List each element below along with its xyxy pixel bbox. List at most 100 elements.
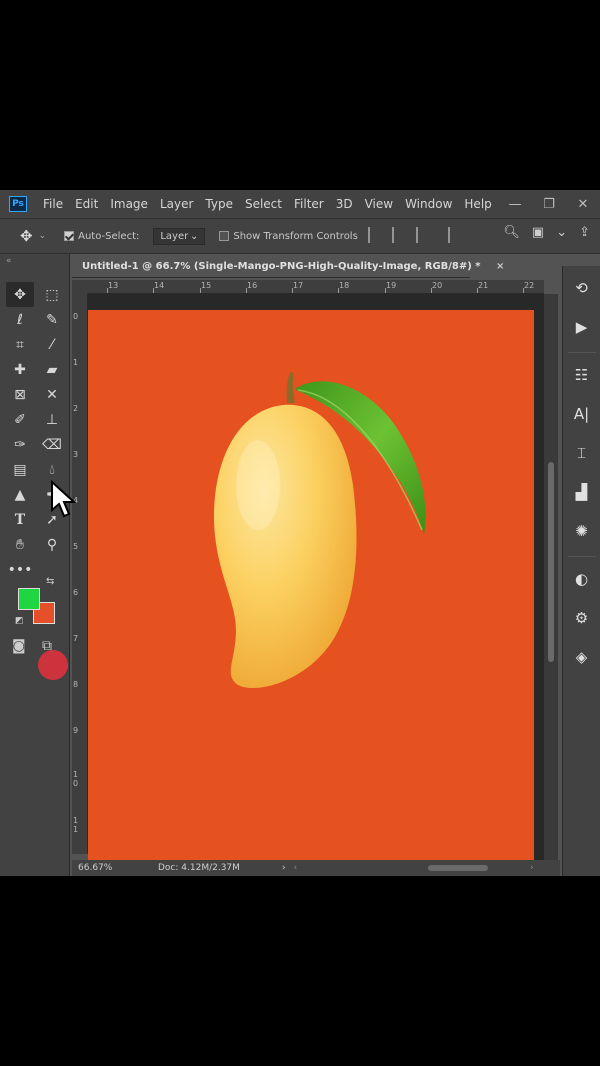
ruler-label: 7 (73, 634, 79, 643)
mango-stem (286, 372, 295, 403)
healing-icon[interactable]: ✚ (6, 357, 34, 382)
click-indicator (38, 650, 68, 680)
quick-mask-icon[interactable]: ◙ (12, 638, 26, 654)
libraries-icon[interactable]: ⚙ (568, 604, 596, 632)
restore-icon[interactable]: ❐ (542, 197, 556, 212)
marquee-icon[interactable]: ⬚ (38, 282, 66, 307)
brush-icon[interactable]: ▰ (38, 357, 66, 382)
ruler-label: 0 (73, 312, 79, 321)
gradient-icon[interactable]: ▤ (6, 457, 34, 482)
minimize-icon[interactable]: — (508, 197, 522, 212)
more-icon[interactable]: ••• (6, 557, 34, 582)
histogram-icon[interactable]: ▟ (568, 478, 596, 506)
menu-edit[interactable]: Edit (69, 190, 104, 218)
vertical-scrollbar[interactable] (544, 294, 558, 862)
type-icon[interactable]: T (6, 507, 34, 532)
hand-icon[interactable]: ✋︎ (6, 532, 34, 557)
scroll-right-icon[interactable]: › (530, 863, 534, 873)
document-canvas[interactable] (88, 310, 534, 860)
ruler-tick (431, 288, 432, 293)
eraser-icon[interactable]: ⌫ (38, 432, 66, 457)
menu-3d[interactable]: 3D (330, 190, 359, 218)
menu-layer[interactable]: Layer (154, 190, 199, 218)
collapse-icon[interactable]: « (6, 256, 12, 266)
move-tool-preset-icon[interactable]: ✥ (20, 227, 33, 245)
stamp-icon[interactable]: ⊥ (38, 407, 66, 432)
quick-select-icon[interactable]: ✎ (38, 307, 66, 332)
brush-tool-icon[interactable]: ✐ (6, 407, 34, 432)
menu-window[interactable]: Window (399, 190, 458, 218)
frame-icon[interactable]: ⊠ (6, 382, 34, 407)
chevron-down-icon[interactable]: ⌄ (39, 231, 47, 241)
ruler-tick (246, 288, 247, 293)
status-arrow-icon[interactable]: › (282, 863, 286, 873)
auto-select-checkbox[interactable] (64, 231, 75, 241)
workspace-icon[interactable]: ▣ (532, 225, 544, 240)
show-transform-checkbox[interactable] (219, 231, 230, 241)
menu-items: File Edit Image Layer Type Select Filter… (37, 190, 498, 218)
document-tab[interactable]: Untitled-1 @ 66.7% (Single-Mango-PNG-Hig… (72, 261, 505, 272)
close-tab-icon[interactable]: × (496, 261, 504, 272)
vertical-ruler[interactable]: 0 1 2 3 4 5 6 7 8 9 1 0 1 1 (72, 294, 88, 854)
mango-image (213, 372, 426, 688)
chevron-down-icon[interactable]: ⌄ (556, 225, 567, 240)
ruler-tick (338, 288, 339, 293)
menu-select[interactable]: Select (239, 190, 288, 218)
photoshop-window: Ps File Edit Image Layer Type Select Fil… (0, 190, 600, 876)
options-right-group: 🔍︎ ▣ ⌄ ⇪ (503, 225, 590, 240)
ruler-tick (292, 288, 293, 293)
play-icon[interactable]: ▶ (568, 313, 596, 341)
menu-type[interactable]: Type (199, 190, 239, 218)
content-aware-move-icon[interactable]: ✕ (38, 382, 66, 407)
menu-image[interactable]: Image (104, 190, 154, 218)
align-right-icon[interactable] (416, 227, 428, 243)
menu-filter[interactable]: Filter (288, 190, 330, 218)
menu-view[interactable]: View (359, 190, 399, 218)
menu-help[interactable]: Help (458, 190, 497, 218)
crop-icon[interactable]: ⌗ (6, 332, 34, 357)
eyedropper-icon[interactable]: ⁄ (38, 332, 66, 357)
distribute-icon[interactable] (448, 227, 460, 243)
zoom-icon[interactable]: ⚲ (38, 532, 66, 557)
adjustments-icon[interactable]: ◐ (568, 565, 596, 593)
show-transform-label: Show Transform Controls (233, 230, 358, 242)
history-icon[interactable]: ⟲ (568, 274, 596, 302)
character-icon[interactable]: A| (568, 400, 596, 428)
ruler-label: 20 (432, 281, 443, 290)
move-icon[interactable]: ✥ (6, 282, 34, 307)
properties-icon[interactable]: ☷ (568, 361, 596, 389)
paths-icon[interactable]: ⌶ (568, 439, 596, 467)
search-icon[interactable]: 🔍︎ (503, 225, 520, 240)
dodge-icon[interactable]: ▲ (6, 482, 34, 507)
ruler-label: 6 (73, 588, 79, 597)
ruler-label: 18 (339, 281, 350, 290)
swap-colors-icon[interactable]: ⇆ (46, 576, 54, 587)
default-colors-icon[interactable]: ◩ (15, 616, 24, 626)
menu-file[interactable]: File (37, 190, 69, 218)
share-icon[interactable]: ⇪ (579, 225, 590, 240)
horizontal-scrollbar-thumb[interactable] (428, 865, 488, 871)
ruler-tick (385, 288, 386, 293)
ruler-tick (107, 288, 108, 293)
zoom-level[interactable]: 66.67% (78, 863, 148, 873)
auto-select-option[interactable]: Auto-Select: (64, 231, 139, 242)
horizontal-ruler[interactable]: 13 14 15 16 17 18 19 20 21 22 (88, 280, 544, 294)
window-controls: — ❐ ✕ (508, 190, 590, 218)
history-brush-icon[interactable]: ✑ (6, 432, 34, 457)
close-icon[interactable]: ✕ (576, 197, 590, 212)
scroll-left-icon[interactable]: ‹ (294, 863, 298, 873)
layer-dropdown[interactable]: Layer ⌄ (153, 227, 206, 245)
canvas-area[interactable] (88, 294, 544, 862)
blur-icon[interactable]: 💧︎ (38, 457, 66, 482)
tools-panel: « ✥ ⬚ ℓ ✎ ⌗ ⁄ ✚ ▰ ⊠ ✕ ✐ ⊥ ✑ ⌫ ▤ 💧︎ ▲ ✒ T… (0, 254, 70, 876)
options-bar: ✥ ⌄ Auto-Select: Layer ⌄ Show Transform … (0, 218, 600, 254)
navigator-icon[interactable]: ✺ (568, 517, 596, 545)
align-buttons (368, 227, 460, 243)
layers-icon[interactable]: ◈ (568, 643, 596, 671)
align-center-icon[interactable] (392, 227, 404, 243)
vertical-scrollbar-thumb[interactable] (548, 462, 554, 662)
lasso-icon[interactable]: ℓ (6, 307, 34, 332)
align-left-icon[interactable] (368, 227, 380, 243)
show-transform-option[interactable]: Show Transform Controls (219, 230, 358, 242)
foreground-color-swatch[interactable] (18, 588, 40, 610)
